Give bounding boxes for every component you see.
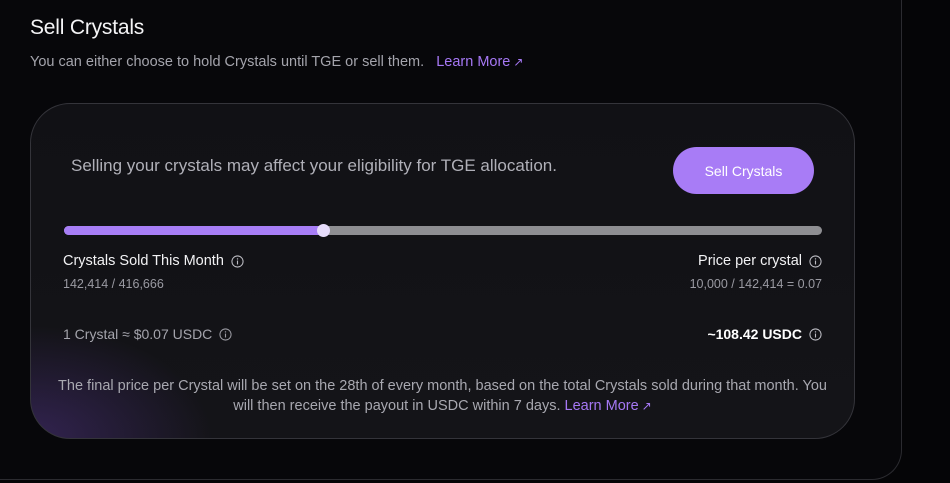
price-per-crystal-label-text: Price per crystal: [698, 253, 802, 269]
eligibility-warning: Selling your crystals may affect your el…: [71, 156, 557, 175]
external-link-icon: ↗: [641, 399, 652, 413]
payout-note-text: The final price per Crystal will be set …: [58, 378, 827, 414]
crystals-sold-label: Crystals Sold This Month: [63, 253, 244, 269]
crystals-sold-label-text: Crystals Sold This Month: [63, 253, 224, 269]
sold-progress-fill: [64, 226, 324, 235]
footer-learn-more-label: Learn More: [564, 398, 639, 414]
external-link-icon: ↗: [513, 55, 524, 69]
conversion-rate-text: 1 Crystal ≈ $0.07 USDC: [63, 326, 213, 342]
footer-learn-more-link[interactable]: Learn More ↗: [565, 398, 652, 414]
price-per-crystal-value: 10,000 / 142,414 = 0.07: [689, 277, 822, 291]
estimated-payout: ~108.42 USDC: [707, 326, 822, 342]
conversion-rate: 1 Crystal ≈ $0.07 USDC: [63, 326, 232, 342]
price-per-crystal-label: Price per crystal: [698, 253, 822, 269]
estimated-payout-value: ~108.42 USDC: [707, 326, 802, 342]
info-icon[interactable]: [219, 327, 232, 341]
page-title: Sell Crystals: [30, 16, 145, 39]
page-subtitle: You can either choose to hold Crystals u…: [30, 54, 523, 70]
learn-more-label: Learn More: [436, 54, 511, 70]
info-icon[interactable]: [231, 254, 244, 268]
subtitle-text: You can either choose to hold Crystals u…: [30, 54, 425, 70]
sell-card: Selling your crystals may affect your el…: [30, 103, 855, 439]
crystals-sold-value: 142,414 / 416,666: [63, 277, 164, 291]
info-icon[interactable]: [809, 254, 822, 268]
sell-crystals-button[interactable]: Sell Crystals: [673, 147, 814, 194]
learn-more-link[interactable]: Learn More ↗: [428, 54, 523, 70]
progress-handle: [317, 224, 331, 237]
info-icon[interactable]: [809, 327, 822, 341]
sold-progress-bar: [64, 224, 822, 237]
payout-note: The final price per Crystal will be set …: [51, 376, 834, 416]
